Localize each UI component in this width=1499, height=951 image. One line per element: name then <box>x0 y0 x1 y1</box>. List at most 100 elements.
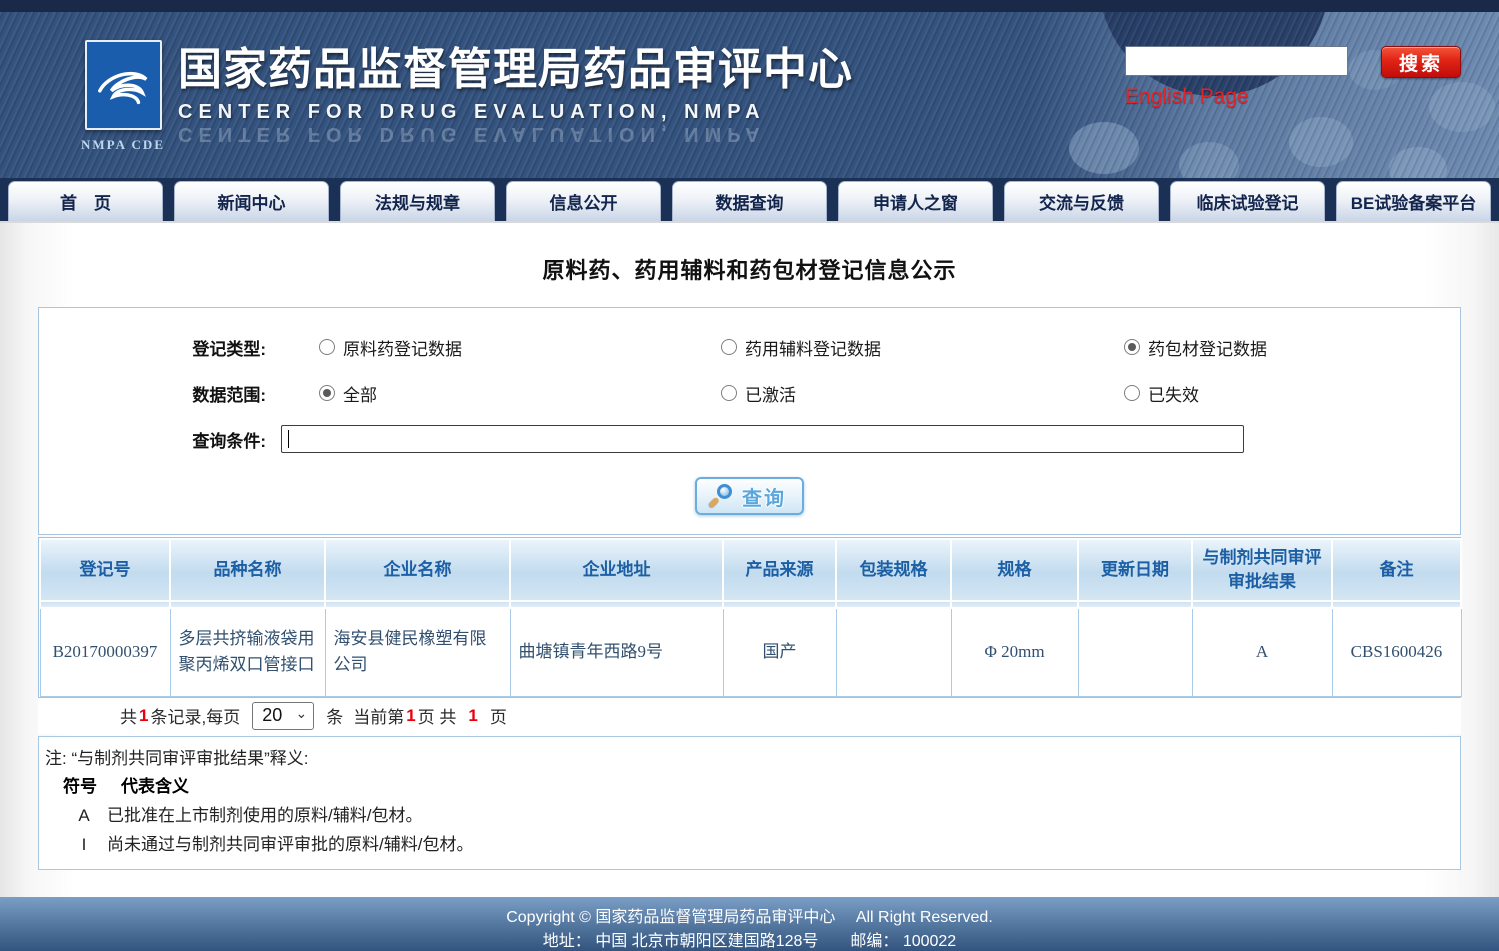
note-title: 注: “与制剂共同审评审批结果”释义: <box>45 745 1448 772</box>
radio-excipient-data[interactable]: 药用辅料登记数据 <box>683 335 1086 360</box>
cell-registration-no: B20170000397 <box>40 608 170 696</box>
pagination-text: 当前第 <box>353 703 404 728</box>
radio-label: 已失效 <box>1148 381 1199 406</box>
nav-tab-home[interactable]: 首 页 <box>8 181 163 221</box>
top-strip <box>0 0 1499 12</box>
note-row-i: I 尚未通过与制剂共同审评审批的原料/辅料/包材。 <box>45 830 1448 859</box>
radio-label: 全部 <box>343 381 377 406</box>
radio-label: 药包材登记数据 <box>1148 335 1267 360</box>
nav-tab-clinical-trial-registry[interactable]: 临床试验登记 <box>1170 181 1325 221</box>
nav-tab-info-disclosure[interactable]: 信息公开 <box>506 181 661 221</box>
page-size-select[interactable]: 20 ⌄ <box>252 702 314 730</box>
data-range-label: 数据范围: <box>39 381 281 406</box>
radio-icon-checked <box>1124 339 1140 355</box>
page-size-value: 20 <box>262 705 282 726</box>
query-button[interactable]: 查询 <box>695 477 804 515</box>
cell-remark: CBS1600426 <box>1332 608 1461 696</box>
query-condition-input[interactable] <box>281 425 1244 453</box>
note-row-a: A 已批准在上市制剂使用的原料/辅料/包材。 <box>45 801 1448 830</box>
page-title: 原料药、药用辅料和药包材登记信息公示 <box>0 223 1499 285</box>
magnifier-handle <box>708 496 720 508</box>
col-header-remark: 备注 <box>1332 539 1461 601</box>
pagination-text: 条记录,每页 <box>150 703 240 728</box>
note-symbol: A <box>61 801 107 830</box>
col-header-joint-review-result: 与制剂共同审评审批结果 <box>1192 539 1332 601</box>
query-condition-label: 查询条件: <box>39 427 281 452</box>
note-symbol-header: 符号 <box>61 772 121 801</box>
radio-icon-checked <box>319 385 335 401</box>
radio-all[interactable]: 全部 <box>281 381 683 406</box>
table-spacer-row <box>40 601 1461 608</box>
footer-copyright: Copyright © 国家药品监督管理局药品审评中心 All Right Re… <box>0 906 1499 930</box>
magnifier-icon <box>709 484 733 508</box>
logo-caption: NMPA CDE <box>78 137 168 153</box>
note-header-row: 符号 代表含义 <box>45 772 1448 801</box>
col-header-variety-name: 品种名称 <box>170 539 325 601</box>
logo[interactable]: NMPA CDE <box>78 40 168 153</box>
search-input[interactable] <box>1125 46 1348 76</box>
nav-tab-data-query[interactable]: 数据查询 <box>672 181 827 221</box>
radio-activated[interactable]: 已激活 <box>683 381 1086 406</box>
results-table: 登记号 品种名称 企业名称 企业地址 产品来源 包装规格 规格 更新日期 与制剂… <box>38 537 1461 698</box>
table-row: B20170000397 多层共挤输液袋用聚丙烯双口管接口 海安县健民橡塑有限公… <box>40 608 1461 696</box>
pill-art <box>1069 122 1139 174</box>
cde-logo-icon <box>85 40 162 130</box>
search-button[interactable]: 搜索 <box>1381 46 1461 78</box>
cell-packaging-spec <box>836 608 951 696</box>
pagination-text: 页 <box>490 703 507 728</box>
footer-address: 地址： 中国 北京市朝阳区建国路128号 邮编： 100022 <box>0 930 1499 951</box>
reg-type-label: 登记类型: <box>39 335 281 360</box>
page-root: NMPA CDE 国家药品监督管理局药品审评中心 CENTER FOR DRUG… <box>0 0 1499 951</box>
site-subtitle: CENTER FOR DRUG EVALUATION, NMPA <box>178 101 853 123</box>
query-input-wrap <box>281 425 1244 453</box>
english-page-link[interactable]: English Page <box>1125 85 1249 109</box>
col-header-company-address: 企业地址 <box>510 539 723 601</box>
search-area: 搜索 English Page <box>1125 46 1463 109</box>
current-page-number: 1 <box>404 706 417 726</box>
note-meaning: 已批准在上市制剂使用的原料/辅料/包材。 <box>107 801 422 830</box>
col-header-company-name: 企业名称 <box>325 539 510 601</box>
site-footer: Copyright © 国家药品监督管理局药品审评中心 All Right Re… <box>0 897 1499 951</box>
nav-tab-feedback[interactable]: 交流与反馈 <box>1004 181 1159 221</box>
pagination-text: 页 共 <box>418 703 457 728</box>
legend-notes: 注: “与制剂共同审评审批结果”释义: 符号 代表含义 A 已批准在上市制剂使用… <box>38 736 1461 870</box>
note-meaning-header: 代表含义 <box>121 772 189 801</box>
site-subtitle-reflection: CENTER FOR DRUG EVALUATION, NMPA <box>178 123 853 145</box>
radio-label: 原料药登记数据 <box>343 335 462 360</box>
chevron-down-icon: ⌄ <box>295 708 307 718</box>
cell-variety-name: 多层共挤输液袋用聚丙烯双口管接口 <box>170 608 325 696</box>
data-range-row: 数据范围: 全部 已激活 已失效 <box>39 370 1460 416</box>
button-row: 查询 <box>39 470 1460 522</box>
col-header-product-origin: 产品来源 <box>723 539 836 601</box>
pagination: 共1条记录,每页 20 ⌄ 条 当前第1页 共 1 页 <box>38 698 1461 734</box>
cell-joint-review-result: A <box>1192 608 1332 696</box>
total-record-count: 1 <box>137 706 150 726</box>
magnifier-glass <box>717 484 732 499</box>
cell-update-date <box>1078 608 1192 696</box>
col-header-registration-no: 登记号 <box>40 539 170 601</box>
radio-raw-material-data[interactable]: 原料药登记数据 <box>281 335 683 360</box>
site-header: NMPA CDE 国家药品监督管理局药品审评中心 CENTER FOR DRUG… <box>0 12 1499 178</box>
radio-icon <box>1124 385 1140 401</box>
pagination-text: 条 <box>326 703 343 728</box>
col-header-spec: 规格 <box>951 539 1078 601</box>
nav-tab-applicant-window[interactable]: 申请人之窗 <box>838 181 993 221</box>
main-nav: 首 页 新闻中心 法规与规章 信息公开 数据查询 申请人之窗 交流与反馈 临床试… <box>0 178 1499 223</box>
cell-spec: Φ 20mm <box>951 608 1078 696</box>
total-page-count: 1 <box>466 706 479 726</box>
nav-tab-regulations[interactable]: 法规与规章 <box>340 181 495 221</box>
title-block: 国家药品监督管理局药品审评中心 CENTER FOR DRUG EVALUATI… <box>178 44 853 145</box>
pagination-text: 共 <box>120 703 137 728</box>
cell-company-name: 海安县健民橡塑有限公司 <box>325 608 510 696</box>
radio-label: 药用辅料登记数据 <box>745 335 881 360</box>
radio-packaging-material-data[interactable]: 药包材登记数据 <box>1086 335 1460 360</box>
query-condition-row: 查询条件: <box>39 416 1460 462</box>
pill-art <box>1289 117 1353 167</box>
nav-tab-news[interactable]: 新闻中心 <box>174 181 329 221</box>
cell-product-origin: 国产 <box>723 608 836 696</box>
reg-type-row: 登记类型: 原料药登记数据 药用辅料登记数据 药包材登记数据 <box>39 324 1460 370</box>
radio-icon <box>319 339 335 355</box>
nav-tab-be-trial-platform[interactable]: BE试验备案平台 <box>1336 181 1491 221</box>
site-title: 国家药品监督管理局药品审评中心 <box>178 44 853 96</box>
radio-expired[interactable]: 已失效 <box>1086 381 1460 406</box>
